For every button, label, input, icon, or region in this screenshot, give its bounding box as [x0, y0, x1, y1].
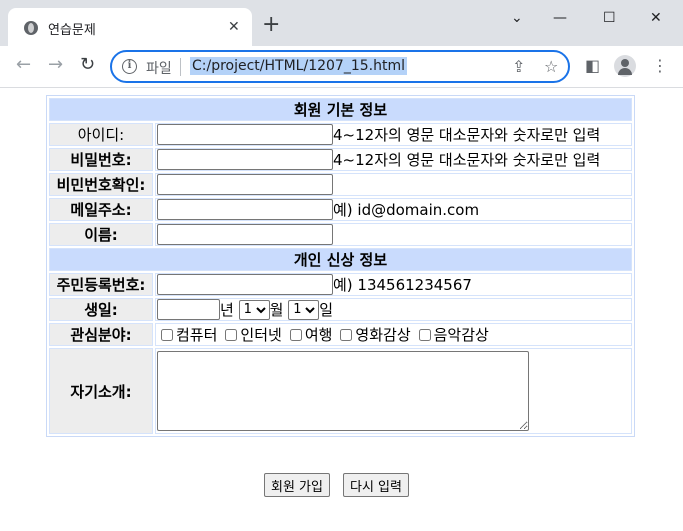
rrn-input[interactable] — [157, 274, 333, 295]
section-basic-header: 회원 기본 정보 — [49, 98, 632, 121]
interest-music[interactable]: 음악감상 — [415, 324, 489, 345]
interest-travel[interactable]: 여행 — [286, 324, 333, 345]
interest-label: 관심분야: — [49, 323, 153, 346]
interest-music-label: 음악감상 — [433, 326, 489, 344]
birth-day-select[interactable]: 1 — [288, 299, 320, 320]
bookmark-star-icon[interactable]: ☆ — [544, 57, 558, 77]
password-confirm-label: 비민번호확인: — [49, 173, 153, 196]
interest-internet[interactable]: 인터넷 — [221, 324, 282, 345]
birthday-label: 생일: — [49, 298, 153, 321]
reset-button[interactable]: 다시 입력 — [343, 473, 409, 497]
browser-tab[interactable]: 연습문제 ✕ — [8, 8, 252, 46]
id-hint: 4~12자의 영문 대소문자와 숫자로만 입력 — [333, 126, 601, 144]
password-confirm-input[interactable] — [157, 174, 333, 195]
email-label: 메일주소: — [49, 198, 153, 221]
interest-internet-label: 인터넷 — [240, 326, 282, 344]
password-input[interactable] — [157, 149, 333, 170]
forward-arrow-icon[interactable]: → — [48, 55, 63, 75]
id-input[interactable] — [157, 124, 333, 145]
signup-form-table: 회원 기본 정보 아이디: 4~12자의 영문 대소문자와 숫자로만 입력 비밀… — [46, 95, 635, 437]
intro-textarea[interactable] — [157, 351, 529, 431]
menu-kebab-icon[interactable]: ⋮ — [652, 56, 668, 76]
birth-month-select[interactable]: 1 — [238, 299, 270, 320]
intro-label: 자기소개: — [49, 348, 153, 434]
password-hint: 4~12자의 영문 대소문자와 숫자로만 입력 — [333, 151, 601, 169]
birth-year-input[interactable] — [157, 299, 220, 320]
back-arrow-icon[interactable]: ← — [16, 55, 31, 75]
browser-toolbar: ← → ↻ i 파일 C:/project/HTML/1207_15.html … — [0, 46, 683, 88]
tab-title: 연습문제 — [48, 23, 96, 38]
interest-computer-checkbox[interactable] — [161, 328, 173, 341]
tab-search-icon[interactable]: ⌄ — [511, 8, 523, 28]
name-label: 이름: — [49, 223, 153, 246]
interest-internet-checkbox[interactable] — [225, 328, 238, 341]
close-window-icon[interactable]: ✕ — [650, 8, 662, 28]
interest-computer[interactable]: 컴퓨터 — [157, 324, 217, 345]
section-personal-header: 개인 신상 정보 — [49, 248, 632, 271]
interest-movies-checkbox[interactable] — [340, 328, 353, 341]
tab-strip: 연습문제 ✕ + ⌄ — ☐ ✕ — [0, 0, 683, 46]
url-text[interactable]: C:/project/HTML/1207_15.html — [190, 57, 407, 75]
interest-computer-label: 컴퓨터 — [176, 326, 218, 344]
globe-icon — [24, 21, 38, 35]
interest-music-checkbox[interactable] — [418, 328, 431, 341]
profile-avatar-icon[interactable] — [614, 55, 636, 77]
side-panel-icon[interactable]: ◧ — [585, 56, 600, 76]
month-unit: 월 — [269, 301, 284, 319]
id-label: 아이디: — [49, 123, 153, 146]
submit-button[interactable]: 회원 가입 — [264, 473, 330, 497]
address-bar[interactable]: i 파일 C:/project/HTML/1207_15.html ⇪ ☆ — [110, 50, 570, 83]
interest-travel-checkbox[interactable] — [289, 328, 302, 341]
interest-travel-label: 여행 — [304, 326, 333, 344]
name-input[interactable] — [157, 224, 333, 245]
file-scheme-label: 파일 — [146, 61, 172, 77]
share-icon[interactable]: ⇪ — [512, 57, 525, 77]
info-icon[interactable]: i — [122, 59, 137, 74]
minimize-icon[interactable]: — — [553, 8, 567, 28]
interest-movies-label: 영화감상 — [355, 326, 411, 344]
year-unit: 년 — [220, 301, 234, 319]
maximize-icon[interactable]: ☐ — [603, 8, 616, 28]
day-unit: 일 — [319, 301, 333, 319]
rrn-hint: 예) 134561234567 — [333, 276, 472, 294]
email-input[interactable] — [157, 199, 333, 220]
password-label: 비밀번호: — [49, 148, 153, 171]
new-tab-button[interactable]: + — [262, 14, 280, 36]
email-hint: 예) id@domain.com — [333, 201, 480, 219]
interest-movies[interactable]: 영화감상 — [336, 324, 411, 345]
page-content: 회원 기본 정보 아이디: 4~12자의 영문 대소문자와 숫자로만 입력 비밀… — [0, 89, 683, 531]
address-divider — [180, 58, 181, 76]
tab-close-icon[interactable]: ✕ — [228, 18, 240, 36]
rrn-label: 주민등록번호: — [49, 273, 153, 296]
reload-icon[interactable]: ↻ — [80, 55, 95, 75]
